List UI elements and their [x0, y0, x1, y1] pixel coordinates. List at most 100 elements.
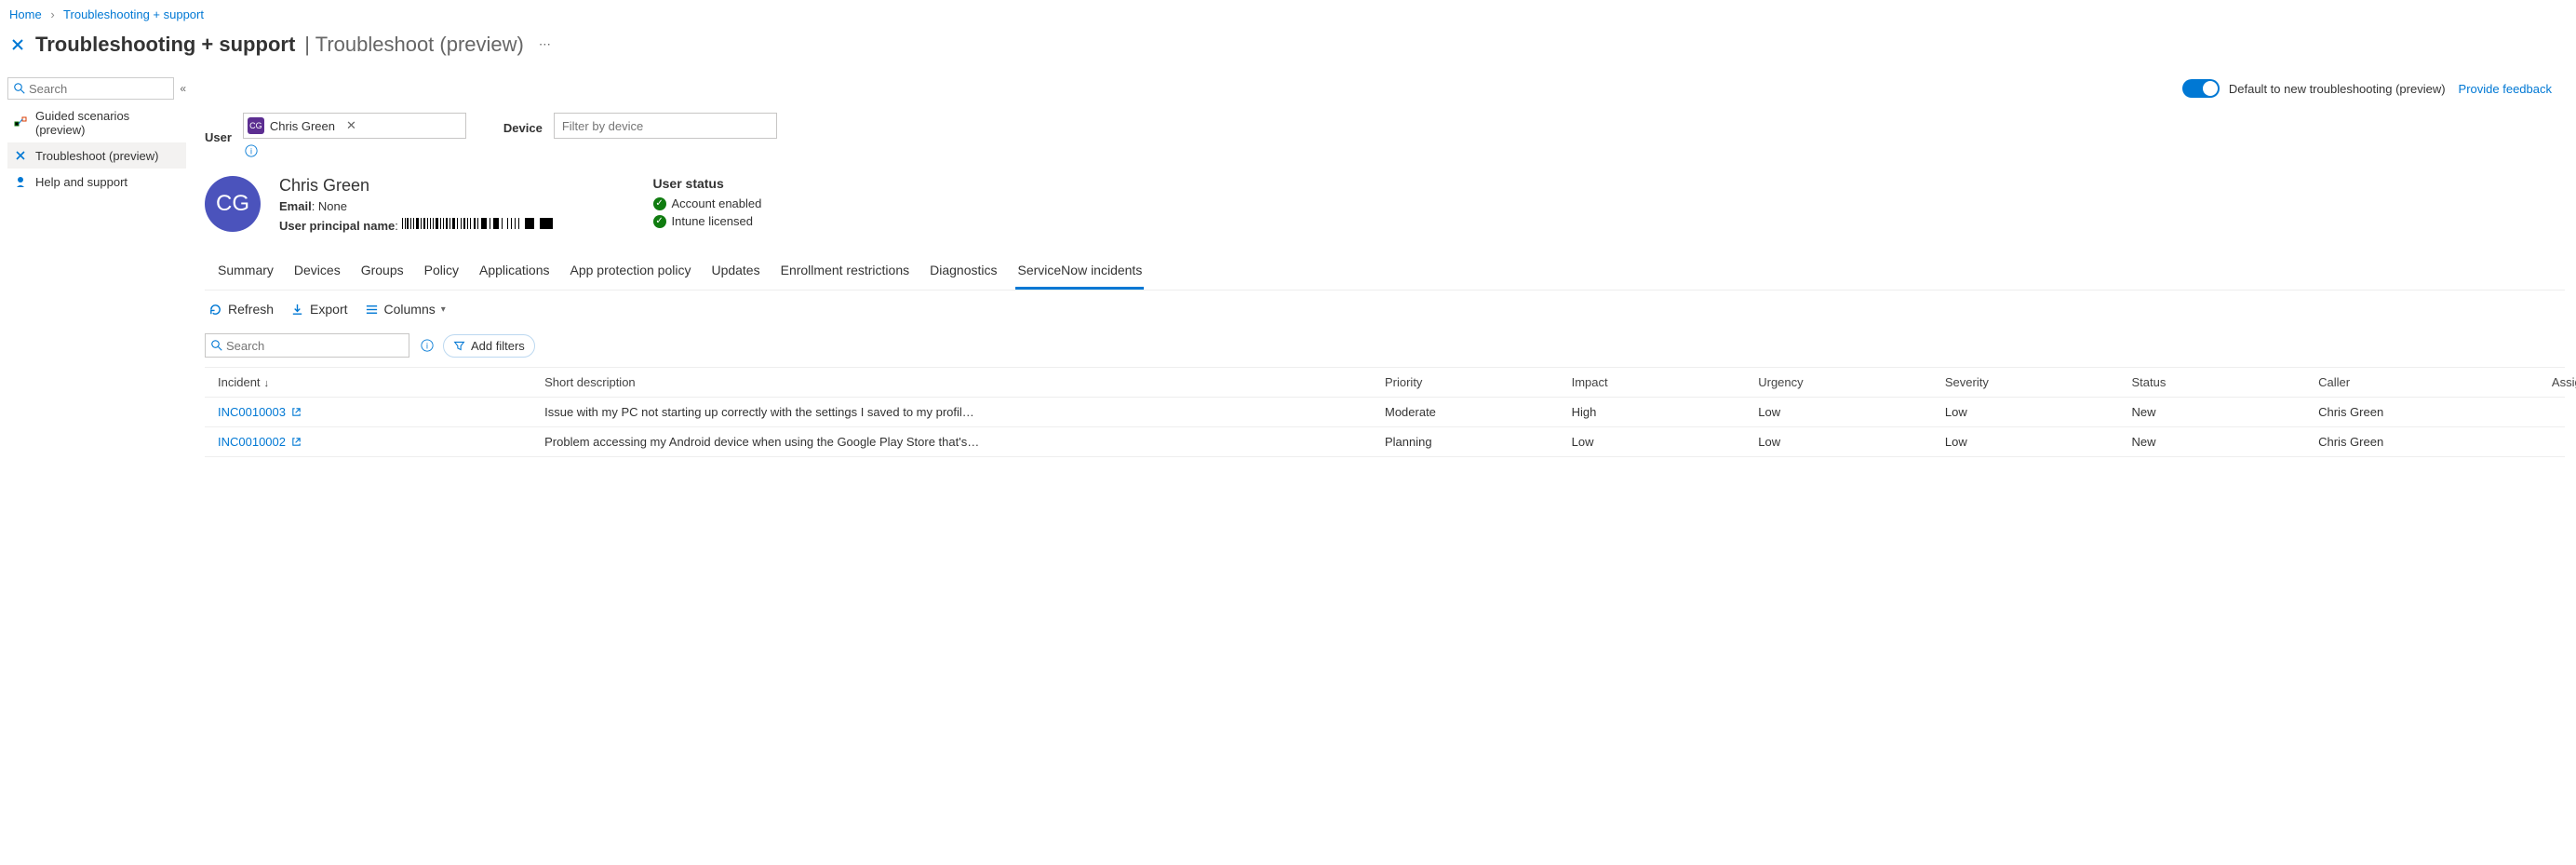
cell-severity: Low: [1945, 405, 2132, 419]
sidebar-search[interactable]: [7, 77, 174, 100]
check-icon: ✓: [653, 215, 666, 228]
user-avatar: CG: [205, 176, 261, 232]
col-severity[interactable]: Severity: [1945, 375, 2132, 389]
user-status-heading: User status: [653, 176, 762, 191]
table-row[interactable]: INC0010003 Issue with my PC not starting…: [205, 398, 2565, 427]
device-filter-label: Device: [503, 117, 543, 135]
title-more-button[interactable]: ⋯: [533, 34, 557, 56]
troubleshoot-nav-icon: [13, 148, 28, 163]
user-chip-avatar: CG: [248, 117, 264, 134]
user-filter-label: User: [205, 127, 232, 144]
default-troubleshooting-toggle[interactable]: [2182, 79, 2220, 98]
cell-status: New: [2131, 435, 2318, 449]
tab-groups[interactable]: Groups: [359, 257, 406, 290]
cell-short-desc: Problem accessing my Android device when…: [544, 435, 1385, 449]
cell-priority: Planning: [1385, 435, 1572, 449]
status-intune-licensed: ✓ Intune licensed: [653, 214, 762, 228]
incidents-grid: Incident↓ Short description Priority Imp…: [205, 367, 2565, 457]
incident-link[interactable]: INC0010002: [218, 435, 544, 449]
user-chip-name: Chris Green: [270, 119, 335, 133]
breadcrumb-current[interactable]: Troubleshooting + support: [63, 7, 204, 21]
tabs: Summary Devices Groups Policy Applicatio…: [205, 248, 2565, 291]
grid-header: Incident↓ Short description Priority Imp…: [205, 367, 2565, 398]
cell-caller: Chris Green: [2318, 405, 2552, 419]
search-icon: [14, 83, 25, 94]
incident-link[interactable]: INC0010003: [218, 405, 544, 419]
sidebar-item-label: Help and support: [35, 175, 127, 189]
grid-search[interactable]: [205, 333, 409, 358]
grid-search-info-icon[interactable]: i: [421, 339, 434, 352]
user-email: Email: None: [279, 199, 560, 213]
refresh-icon: [208, 303, 222, 317]
col-impact[interactable]: Impact: [1572, 375, 1759, 389]
page-title: Troubleshooting + support: [35, 33, 295, 57]
user-info-icon[interactable]: i: [245, 144, 466, 157]
col-assignment[interactable]: Assignment gr…: [2552, 375, 2576, 389]
provide-feedback-link[interactable]: Provide feedback: [2459, 82, 2552, 96]
tab-summary[interactable]: Summary: [216, 257, 275, 290]
cell-impact: High: [1572, 405, 1759, 419]
guided-scenarios-icon: [13, 115, 28, 130]
cell-short-desc: Issue with my PC not starting up correct…: [544, 405, 1385, 419]
cell-status: New: [2131, 405, 2318, 419]
device-filter-input[interactable]: [554, 113, 777, 139]
cell-assignment: [2552, 435, 2576, 449]
toggle-label: Default to new troubleshooting (preview): [2229, 82, 2446, 96]
upn-redacted: [402, 217, 560, 230]
help-support-icon: [13, 174, 28, 189]
status-account-enabled: ✓ Account enabled: [653, 196, 762, 210]
col-short-desc[interactable]: Short description: [544, 375, 1385, 389]
col-status[interactable]: Status: [2131, 375, 2318, 389]
user-chip: CG Chris Green ✕: [246, 117, 364, 134]
breadcrumb: Home › Troubleshooting + support: [0, 0, 2576, 29]
page-title-row: Troubleshooting + support | Troubleshoot…: [0, 29, 2576, 74]
cell-severity: Low: [1945, 435, 2132, 449]
breadcrumb-home[interactable]: Home: [9, 7, 42, 21]
tab-servicenow[interactable]: ServiceNow incidents: [1015, 257, 1144, 290]
table-row[interactable]: INC0010002 Problem accessing my Android …: [205, 427, 2565, 457]
add-filters-button[interactable]: Add filters: [443, 334, 535, 358]
search-icon: [211, 340, 222, 351]
sidebar-item-guided[interactable]: Guided scenarios (preview): [7, 103, 186, 142]
col-urgency[interactable]: Urgency: [1758, 375, 1945, 389]
main-content: Default to new troubleshooting (preview)…: [194, 74, 2576, 457]
columns-button[interactable]: Columns ▾: [365, 302, 446, 317]
svg-text:i: i: [250, 147, 252, 156]
user-name: Chris Green: [279, 176, 560, 196]
cell-caller: Chris Green: [2318, 435, 2552, 449]
col-priority[interactable]: Priority: [1385, 375, 1572, 389]
sidebar-item-label: Troubleshoot (preview): [35, 149, 158, 163]
grid-search-input[interactable]: [226, 339, 403, 353]
sort-descending-icon: ↓: [264, 378, 270, 389]
tab-enrollment[interactable]: Enrollment restrictions: [779, 257, 912, 290]
tab-devices[interactable]: Devices: [292, 257, 342, 290]
user-chip-remove[interactable]: ✕: [341, 118, 362, 133]
sidebar-item-troubleshoot[interactable]: Troubleshoot (preview): [7, 142, 186, 169]
cell-priority: Moderate: [1385, 405, 1572, 419]
sidebar: « Guided scenarios (preview) Troubleshoo…: [0, 74, 194, 457]
user-upn: User principal name:: [279, 217, 560, 233]
col-caller[interactable]: Caller: [2318, 375, 2552, 389]
collapse-sidebar-button[interactable]: «: [180, 82, 186, 95]
cell-urgency: Low: [1758, 435, 1945, 449]
chevron-down-icon: ▾: [441, 304, 446, 315]
tab-diagnostics[interactable]: Diagnostics: [928, 257, 999, 290]
check-icon: ✓: [653, 197, 666, 210]
user-filter-input[interactable]: CG Chris Green ✕: [243, 113, 466, 139]
col-incident[interactable]: Incident↓: [218, 375, 544, 389]
external-link-icon: [291, 437, 302, 447]
columns-icon: [365, 303, 379, 317]
tab-policy[interactable]: Policy: [423, 257, 461, 290]
tab-app-protection[interactable]: App protection policy: [568, 257, 692, 290]
sidebar-item-help[interactable]: Help and support: [7, 169, 186, 195]
cell-impact: Low: [1572, 435, 1759, 449]
page-subtitle: | Troubleshoot (preview): [304, 33, 524, 57]
sidebar-item-label: Guided scenarios (preview): [35, 109, 181, 137]
tab-applications[interactable]: Applications: [477, 257, 552, 290]
troubleshoot-icon: [9, 36, 26, 53]
sidebar-search-input[interactable]: [29, 82, 168, 96]
refresh-button[interactable]: Refresh: [208, 302, 274, 317]
tab-updates[interactable]: Updates: [709, 257, 761, 290]
export-button[interactable]: Export: [290, 302, 347, 317]
external-link-icon: [291, 407, 302, 417]
